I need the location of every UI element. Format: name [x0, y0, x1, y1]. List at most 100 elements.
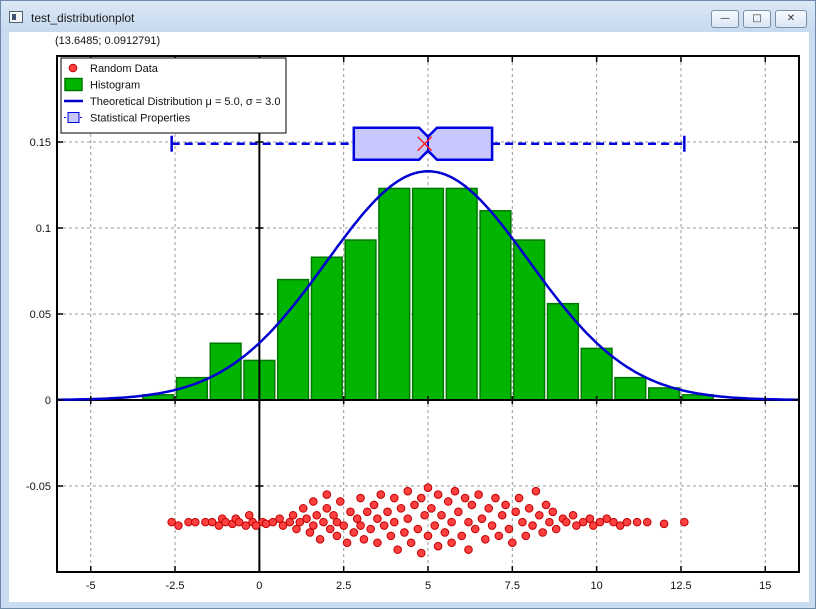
random-data-point [298, 504, 308, 513]
histogram-bar [209, 342, 242, 401]
random-data-point [400, 528, 409, 537]
random-data-point [322, 504, 332, 513]
random-data-point [359, 535, 369, 544]
random-data-point [396, 504, 406, 513]
random-data-point [460, 493, 470, 503]
x-tick-label: 2.5 [336, 580, 351, 592]
title-bar[interactable]: test_distributionplot — □ ✕ [1, 1, 815, 33]
random-data-point [379, 521, 389, 530]
random-data-point [538, 528, 547, 537]
random-data-point [504, 524, 514, 534]
random-data-point [332, 531, 342, 541]
random-data-point [339, 521, 348, 530]
random-data-point [309, 521, 318, 530]
random-data-point [325, 524, 335, 534]
random-data-point [518, 517, 527, 527]
random-data-point [288, 510, 298, 520]
random-data-point [373, 538, 382, 548]
histogram-bar [310, 256, 343, 401]
histogram-bar [614, 376, 647, 401]
random-data-point [319, 517, 328, 527]
random-data-point [427, 504, 436, 513]
random-data-point [447, 538, 456, 548]
random-data-point [514, 493, 524, 503]
random-data-point [464, 545, 473, 554]
random-data-point [511, 507, 520, 517]
minimize-button[interactable]: — [711, 10, 739, 28]
legend-swatch-box [67, 112, 80, 123]
random-data-point [403, 486, 413, 496]
random-data-point [309, 497, 318, 506]
random-data-point [524, 504, 534, 513]
random-data-point [389, 517, 399, 527]
histogram-bar [580, 347, 613, 401]
app-window: test_distributionplot — □ ✕ (13.6485; 0.… [0, 0, 816, 609]
y-tick-label: 0.15 [30, 137, 51, 149]
y-tick-label: 0.05 [30, 309, 51, 321]
random-data-point [369, 500, 379, 510]
random-data-point [356, 521, 365, 530]
random-data-point [420, 510, 429, 520]
random-data-point [383, 507, 392, 517]
y-tick-label: 0 [45, 395, 51, 407]
app-icon [9, 11, 23, 23]
legend-label: Histogram [90, 80, 140, 92]
legend-label: Random Data [90, 63, 159, 75]
random-data-point [366, 524, 375, 534]
random-data-point [437, 510, 446, 520]
random-data-point [487, 521, 497, 530]
random-data-point [174, 521, 183, 530]
plot-area[interactable]: (13.6485; 0.0912791) -5 -2.5 0 2.5 5 7.5 10 12.… [9, 32, 809, 602]
random-data-point [302, 514, 311, 523]
random-data-point [443, 497, 453, 506]
window-title: test_distributionplot [31, 11, 135, 25]
random-data-point [447, 517, 456, 527]
maximize-button[interactable]: □ [743, 10, 771, 28]
random-data-point [642, 517, 652, 527]
random-data-point [548, 507, 558, 517]
random-data-point [561, 517, 571, 527]
random-data-point [454, 507, 463, 517]
histogram-bar [513, 239, 546, 401]
random-data-point [491, 493, 500, 503]
random-data-point [450, 486, 460, 496]
random-data-point [423, 483, 433, 493]
close-button[interactable]: ✕ [775, 10, 807, 28]
random-data-point [312, 510, 322, 520]
random-data-point [497, 510, 507, 520]
random-data-point [494, 531, 504, 541]
random-data-point [457, 531, 467, 541]
histogram-bar [479, 210, 512, 401]
random-data-point [659, 519, 669, 529]
x-tick-label: 10 [591, 580, 603, 592]
random-data-point [541, 500, 551, 510]
random-data-point [481, 535, 490, 544]
random-data-point [474, 490, 483, 499]
distribution-chart[interactable]: -5 -2.5 0 2.5 5 7.5 10 12.5 15 -0.05 0 0.05 0.1 0.15 R… [9, 32, 809, 602]
random-data-point [386, 531, 396, 541]
random-data-point [535, 510, 544, 520]
legend-label: Theoretical Distribution μ = 5.0, σ = 3.… [90, 96, 280, 108]
random-data-point [484, 504, 494, 513]
random-data-point [470, 524, 480, 534]
legend-swatch-bar [64, 77, 83, 92]
random-data-point [551, 524, 561, 534]
random-data-point [342, 538, 352, 548]
random-data-point [190, 517, 200, 527]
random-data-point [346, 507, 355, 517]
random-data-point [423, 531, 433, 541]
random-data-point [464, 517, 473, 527]
random-data-point [508, 538, 517, 548]
random-data-point [477, 514, 487, 523]
random-data-point [373, 514, 382, 523]
legend-swatch-circle [68, 63, 78, 73]
random-data-point [362, 507, 372, 517]
histogram-bar [445, 187, 478, 401]
random-data-point [322, 490, 332, 499]
random-data-point [531, 486, 541, 496]
random-data-point [406, 538, 416, 548]
random-data-point [632, 517, 642, 527]
random-data-point [416, 548, 426, 558]
x-tick-label: 0 [256, 580, 262, 592]
random-data-point [356, 493, 365, 503]
